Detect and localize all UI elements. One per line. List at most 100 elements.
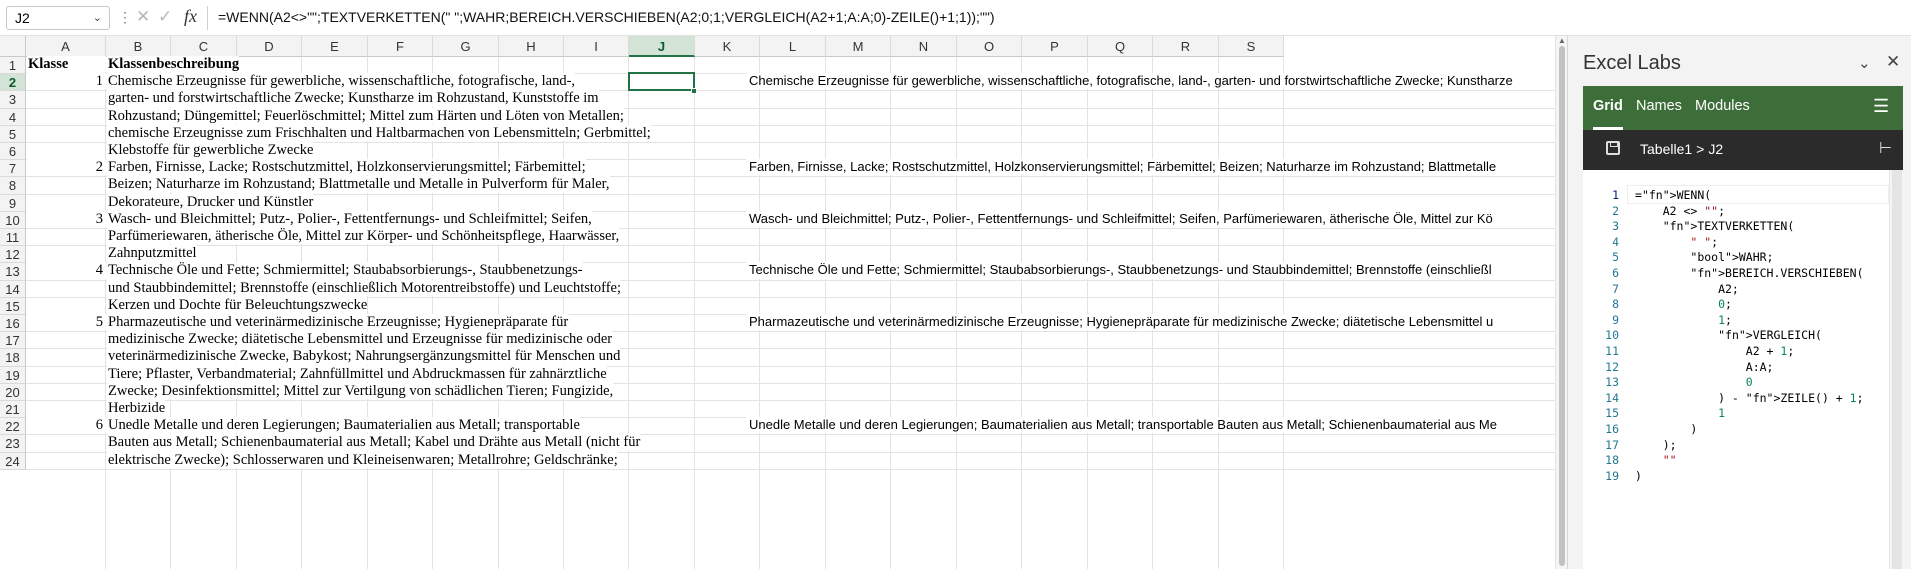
- cell-j16[interactable]: Pharmazeutische und veterinärmedizinisch…: [746, 314, 1555, 331]
- cell-b24[interactable]: elektrische Zwecke); Schlosserwaren und …: [107, 451, 618, 468]
- select-all-corner[interactable]: [0, 36, 26, 57]
- formula-input[interactable]: =WENN(A2<>"";TEXTVERKETTEN(" ";WAHR;BERE…: [218, 9, 995, 25]
- cell-a10[interactable]: 3: [27, 210, 106, 227]
- column-header-d[interactable]: D: [237, 36, 302, 57]
- cell-b8[interactable]: Beizen; Naturharze im Rohzustand; Blattm…: [107, 176, 610, 193]
- enter-icon[interactable]: ✓: [158, 7, 172, 27]
- tab-modules[interactable]: Modules: [1695, 86, 1750, 130]
- row-header-14[interactable]: 14: [0, 280, 26, 298]
- cell-b5[interactable]: chemische Erzeugnisse zum Frischhalten u…: [107, 124, 651, 141]
- column-header-b[interactable]: B: [106, 36, 171, 57]
- pin-icon[interactable]: ⊢: [1879, 139, 1892, 157]
- column-header-g[interactable]: G: [433, 36, 499, 57]
- cell-a2[interactable]: 1: [27, 73, 106, 90]
- column-header-p[interactable]: P: [1022, 36, 1088, 57]
- cell-b10[interactable]: Wasch- und Bleichmittel; Putz-, Polier-,…: [107, 210, 592, 227]
- editor-scrollbar-thumb[interactable]: [1892, 170, 1902, 569]
- insert-function-icon[interactable]: fx: [184, 6, 197, 27]
- row-header-2[interactable]: 2: [0, 74, 26, 92]
- cell-b11[interactable]: Parfümeriewaren, ätherische Öle, Mittel …: [107, 228, 620, 245]
- row-header-17[interactable]: 17: [0, 332, 26, 350]
- column-header-i[interactable]: I: [564, 36, 629, 57]
- column-header-k[interactable]: K: [695, 36, 760, 57]
- row-header-15[interactable]: 15: [0, 297, 26, 315]
- cancel-icon[interactable]: ✕: [136, 7, 150, 27]
- cell-j2[interactable]: Chemische Erzeugnisse für gewerbliche, w…: [746, 73, 1555, 90]
- cell-b19[interactable]: Tiere; Pflaster, Verbandmaterial; Zahnfü…: [107, 365, 607, 382]
- breadcrumb-sheet[interactable]: Tabelle1: [1640, 141, 1692, 157]
- cell-b20[interactable]: Zwecke; Desinfektionsmittel; Mittel zur …: [107, 382, 614, 399]
- row-header-21[interactable]: 21: [0, 401, 26, 419]
- cell-b21[interactable]: Herbizide: [107, 400, 166, 417]
- cell-b1[interactable]: Klassenbeschreibung: [107, 56, 240, 73]
- save-icon[interactable]: [1606, 141, 1620, 155]
- row-header-9[interactable]: 9: [0, 194, 26, 212]
- cell-a7[interactable]: 2: [27, 159, 106, 176]
- tab-grid[interactable]: Grid: [1593, 86, 1623, 130]
- cell-b9[interactable]: Dekorateure, Drucker und Künstler: [107, 193, 314, 210]
- row-header-3[interactable]: 3: [0, 91, 26, 109]
- column-header-e[interactable]: E: [302, 36, 368, 57]
- cell-a16[interactable]: 5: [27, 314, 106, 331]
- worksheet-grid[interactable]: ABCDEFGHIJKLMNOPQRS 1 2 3 4 5 6 7 8 9 10 11 12 13 14 1…: [0, 36, 1555, 569]
- column-header-r[interactable]: R: [1153, 36, 1219, 57]
- row-header-11[interactable]: 11: [0, 229, 26, 247]
- scrollbar-thumb[interactable]: [1559, 46, 1565, 566]
- cell-b4[interactable]: Rohzustand; Düngemittel; Feuerlöschmitte…: [107, 107, 624, 124]
- cell-b12[interactable]: Zahnputzmittel: [107, 245, 197, 262]
- cell-a1[interactable]: Klasse: [27, 56, 106, 73]
- cell-j13[interactable]: Technische Öle und Fette; Schmiermittel;…: [746, 262, 1555, 279]
- row-header-4[interactable]: 4: [0, 108, 26, 126]
- column-header-l[interactable]: L: [760, 36, 826, 57]
- row-header-7[interactable]: 7: [0, 160, 26, 178]
- column-header-j[interactable]: J: [629, 36, 695, 57]
- fill-handle[interactable]: [691, 88, 697, 95]
- vertical-scrollbar[interactable]: ▲: [1555, 36, 1567, 569]
- row-header-20[interactable]: 20: [0, 383, 26, 401]
- chevron-down-icon[interactable]: ⌄: [1858, 54, 1871, 72]
- cell-j22[interactable]: Unedle Metalle und deren Legierungen; Ba…: [746, 417, 1555, 434]
- cell-a13[interactable]: 4: [27, 262, 106, 279]
- cell-b17[interactable]: medizinische Zwecke; diätetische Lebensm…: [107, 331, 613, 348]
- cell-b2[interactable]: Chemische Erzeugnisse für gewerbliche, w…: [107, 73, 576, 90]
- hamburger-menu-icon[interactable]: ☰: [1873, 96, 1889, 117]
- column-header-m[interactable]: M: [826, 36, 891, 57]
- cell-b15[interactable]: Kerzen und Dochte für Beleuchtungszwecke: [107, 296, 368, 313]
- scroll-up-icon[interactable]: ▲: [1558, 36, 1566, 45]
- cell-b7[interactable]: Farben, Firnisse, Lacke; Rostschutzmitte…: [107, 159, 586, 176]
- column-header-o[interactable]: O: [957, 36, 1022, 57]
- column-header-q[interactable]: Q: [1088, 36, 1153, 57]
- breadcrumb-cell[interactable]: J2: [1708, 141, 1723, 157]
- name-box[interactable]: J2 ⌄: [6, 6, 110, 30]
- row-header-23[interactable]: 23: [0, 435, 26, 453]
- editor-scrollbar[interactable]: [1889, 170, 1903, 569]
- code-line[interactable]: ): [1635, 467, 1642, 486]
- chevron-down-icon[interactable]: ⌄: [93, 11, 102, 24]
- row-header-24[interactable]: 24: [0, 452, 26, 470]
- row-header-8[interactable]: 8: [0, 177, 26, 195]
- cell-b3[interactable]: garten- und forstwirtschaftliche Zwecke;…: [107, 90, 599, 107]
- row-header-19[interactable]: 19: [0, 366, 26, 384]
- cell-a22[interactable]: 6: [27, 417, 106, 434]
- cell-b6[interactable]: Klebstoffe für gewerbliche Zwecke: [107, 142, 314, 159]
- more-icon[interactable]: ⋮: [118, 9, 132, 26]
- column-header-n[interactable]: N: [891, 36, 957, 57]
- column-header-a[interactable]: A: [26, 36, 106, 57]
- cell-j10[interactable]: Wasch- und Bleichmittel; Putz-, Polier-,…: [746, 210, 1555, 227]
- column-header-s[interactable]: S: [1219, 36, 1284, 57]
- cell-b16[interactable]: Pharmazeutische und veterinärmedizinisch…: [107, 314, 569, 331]
- cell-b13[interactable]: Technische Öle und Fette; Schmiermittel;…: [107, 262, 583, 279]
- cell-b18[interactable]: veterinärmedizinische Zwecke, Babykost; …: [107, 348, 621, 365]
- row-header-5[interactable]: 5: [0, 125, 26, 143]
- cell-j7[interactable]: Farben, Firnisse, Lacke; Rostschutzmitte…: [746, 159, 1555, 176]
- row-header-13[interactable]: 13: [0, 263, 26, 281]
- cell-b23[interactable]: Bauten aus Metall; Schienenbaumaterial a…: [107, 434, 641, 451]
- row-header-1[interactable]: 1: [0, 57, 26, 75]
- column-header-c[interactable]: C: [171, 36, 237, 57]
- column-header-f[interactable]: F: [368, 36, 433, 57]
- row-header-6[interactable]: 6: [0, 143, 26, 161]
- tab-names[interactable]: Names: [1636, 86, 1682, 130]
- close-icon[interactable]: ✕: [1886, 52, 1900, 72]
- formula-editor[interactable]: 1 2 3 4 5 6 7 8 9 10 11 12 13 14 15 16 17 18 19 ="fn">WENN…: [1583, 170, 1903, 569]
- row-header-22[interactable]: 22: [0, 418, 26, 436]
